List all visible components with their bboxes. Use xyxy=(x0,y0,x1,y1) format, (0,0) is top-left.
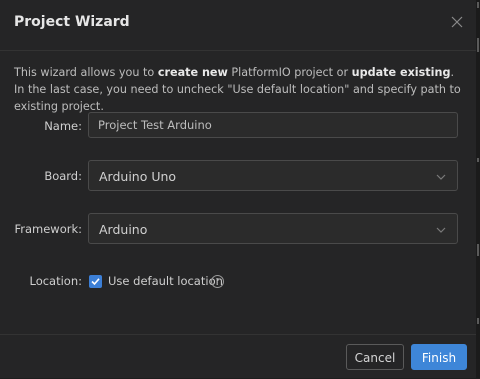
chevron-down-icon xyxy=(436,227,446,233)
question-circle-icon[interactable]: ? xyxy=(211,275,224,288)
use-default-location-checkbox[interactable] xyxy=(89,275,102,288)
close-icon[interactable] xyxy=(448,13,466,31)
name-input[interactable] xyxy=(89,113,457,137)
wizard-description: This wizard allows you to create new Pla… xyxy=(14,66,461,113)
background-edge xyxy=(476,0,480,378)
dialog-footer: Cancel Finish xyxy=(0,334,476,379)
dialog-header: Project Wizard xyxy=(0,0,476,51)
board-label: Board: xyxy=(44,169,82,183)
finish-button[interactable]: Finish xyxy=(411,344,467,370)
framework-label: Framework: xyxy=(14,222,82,236)
name-label: Name: xyxy=(44,119,82,133)
project-wizard-dialog: Project Wizard This wizard allows you to… xyxy=(0,0,477,378)
location-label: Location: xyxy=(29,274,82,288)
use-default-location-label[interactable]: Use default location xyxy=(108,274,223,288)
checkmark-icon xyxy=(91,278,100,286)
framework-select[interactable]: Arduino xyxy=(88,213,458,244)
dialog-title: Project Wizard xyxy=(14,14,130,30)
framework-selected-value: Arduino xyxy=(99,222,148,237)
board-selected-value: Arduino Uno xyxy=(99,169,177,184)
board-select[interactable]: Arduino Uno xyxy=(88,160,458,191)
cancel-button[interactable]: Cancel xyxy=(346,344,404,370)
name-field[interactable] xyxy=(88,112,458,138)
chevron-down-icon xyxy=(436,174,446,180)
